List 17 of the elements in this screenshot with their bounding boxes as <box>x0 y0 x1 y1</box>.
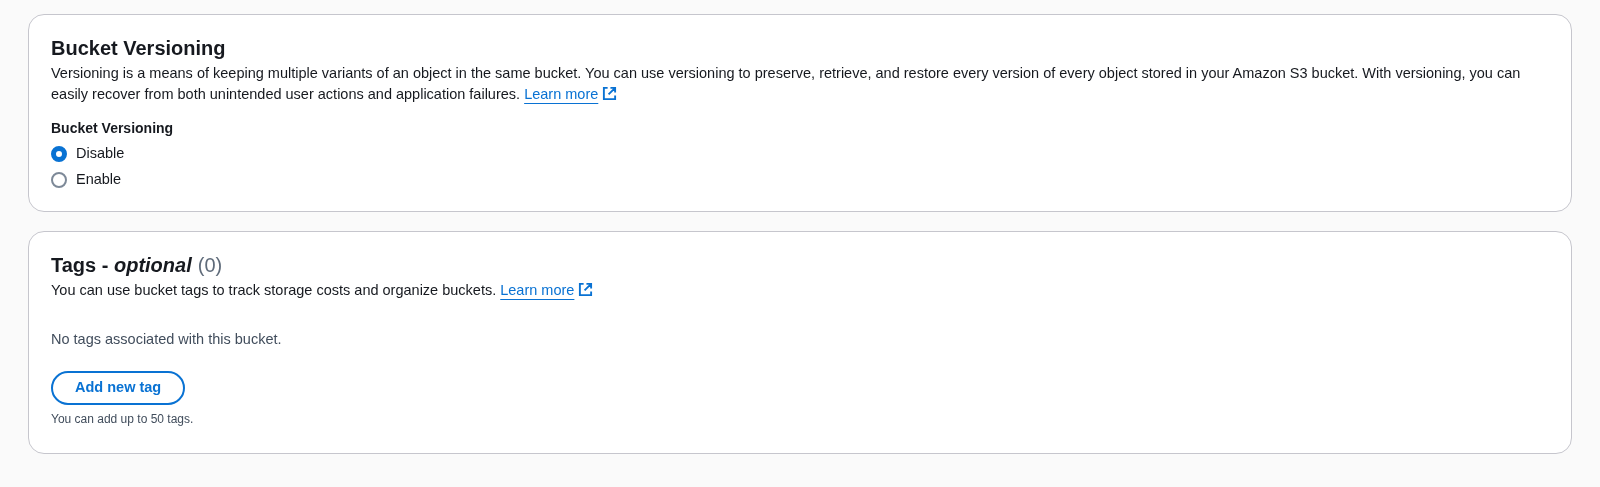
empty-message: No tags associated with this bucket. <box>51 330 283 349</box>
radio-button[interactable] <box>51 171 67 188</box>
tag-count: (0) <box>197 253 223 278</box>
learn-more-link[interactable]: Learn more <box>500 282 594 298</box>
field-label: Bucket Versioning <box>51 119 175 138</box>
external-link-icon <box>578 282 594 297</box>
section-title: Bucket Versioning <box>51 36 227 61</box>
learn-more-link[interactable]: Learn more <box>524 86 618 102</box>
section-description: Versioning is a means of keeping multiple variants of an object in the same bucket. You can use versioning to preserve, retrieve, and restore every version of every object stored in your Amazon S3 bucket. With versioning, you can easily recover from both unintended user actions and application failures. Learn more <box>51 64 1522 104</box>
add-tag-button[interactable]: Add new tag <box>51 371 186 405</box>
radio-button[interactable] <box>51 145 67 162</box>
external-link-icon <box>602 86 618 101</box>
section-description: You can use bucket tags to track storage costs and organize buckets. Learn more <box>51 280 1551 301</box>
hint-text: You can add up to 50 tags. <box>51 411 195 427</box>
radio-option[interactable]: Enable <box>51 170 1551 189</box>
section-title: Tags - optional <box>51 253 192 278</box>
radio-option[interactable]: Disable <box>51 144 1551 163</box>
